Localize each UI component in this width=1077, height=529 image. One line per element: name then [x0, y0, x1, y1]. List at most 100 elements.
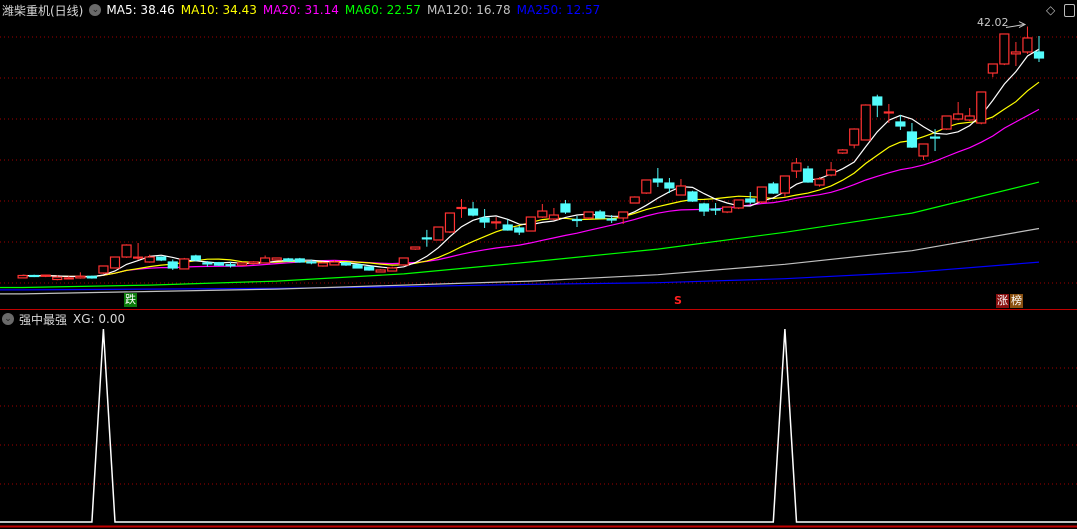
candle-up	[537, 210, 548, 218]
candle-up	[814, 178, 825, 186]
candle-down	[745, 198, 756, 203]
candle-up	[271, 257, 282, 261]
candle-down	[872, 96, 883, 106]
candle-up	[387, 267, 398, 272]
rise-marker-2: 榜	[1010, 294, 1023, 308]
candle-down	[421, 237, 432, 240]
candle-down	[213, 262, 225, 266]
candle-down	[710, 208, 721, 211]
rise-marker-1: 涨	[996, 294, 1009, 308]
candle-up	[825, 169, 837, 176]
candle-up	[121, 244, 132, 258]
candle-up	[918, 143, 929, 157]
candle-up	[17, 274, 28, 279]
candle-up	[248, 261, 259, 265]
indicator-title: 强中最强	[19, 312, 68, 327]
ma5-label: MA5: 38.46	[106, 3, 175, 17]
high-price-label: 42.02	[977, 16, 1009, 29]
candle-down	[352, 264, 363, 269]
candle-up	[144, 256, 155, 263]
candle-up	[75, 275, 86, 279]
candle-up	[63, 277, 74, 280]
candle-down	[768, 183, 779, 194]
candle-down	[895, 121, 906, 127]
candle-up	[179, 258, 190, 270]
collapse-chevron-icon[interactable]: ⌄	[89, 4, 102, 16]
candle-up	[837, 149, 848, 154]
candle-up	[444, 212, 456, 233]
collapse-chevron-icon[interactable]: ⌄	[2, 313, 14, 325]
candle-up	[133, 256, 144, 259]
candle-down	[571, 218, 583, 222]
candle-up	[456, 206, 467, 210]
signal-marker: S	[674, 294, 682, 307]
candle-up	[375, 269, 386, 273]
candle-up	[999, 33, 1010, 65]
candle-up	[941, 115, 952, 130]
indicator-legend: ⌄ 强中最强 XG: 0.00	[2, 311, 125, 327]
candle-down	[29, 274, 40, 278]
candle-down	[167, 261, 178, 269]
candle-down	[906, 131, 918, 148]
candle-up	[756, 186, 767, 203]
candle-up	[860, 104, 871, 141]
candle-down	[306, 261, 317, 264]
candle-up	[433, 226, 444, 241]
candle-up	[849, 128, 860, 146]
candle-up	[618, 211, 629, 219]
ma10-label: MA10: 34.43	[180, 3, 257, 17]
candle-down	[652, 178, 663, 183]
ma250-label: MA250: 12.57	[516, 3, 601, 17]
candle-down	[340, 262, 352, 266]
candle-down	[664, 182, 675, 189]
candle-down	[802, 168, 814, 183]
candle-up	[791, 162, 802, 172]
candle-down	[294, 258, 305, 263]
candle-up	[329, 261, 340, 266]
indicator-value: XG: 0.00	[73, 312, 126, 326]
candle-up	[779, 175, 791, 194]
candle-up	[260, 257, 271, 264]
ma20-label: MA20: 31.14	[262, 3, 339, 17]
window-icon[interactable]	[1064, 4, 1075, 17]
ma10-line	[22, 81, 1040, 278]
stock-title: 潍柴重机(日线)	[2, 3, 84, 18]
candle-down	[202, 262, 213, 265]
candle-up	[1022, 37, 1033, 53]
candle-up	[629, 196, 640, 204]
ma60-label: MA60: 22.57	[344, 3, 421, 17]
candle-up	[548, 214, 560, 220]
ma120-label: MA120: 16.78	[426, 3, 511, 17]
candle-down	[479, 217, 490, 223]
candle-down	[225, 264, 236, 267]
candle-up	[109, 256, 121, 269]
candle-up	[491, 221, 502, 224]
xg-indicator-line	[0, 328, 1077, 523]
candle-up	[964, 115, 975, 121]
candle-down	[698, 203, 710, 212]
candle-down	[606, 218, 617, 221]
candle-down	[687, 191, 698, 202]
candle-up	[987, 63, 998, 74]
candle-up	[641, 179, 652, 194]
candle-up	[525, 216, 536, 232]
candle-down	[283, 258, 294, 262]
candle-up	[52, 276, 63, 281]
fall-marker: 跌	[124, 293, 137, 307]
candle-up	[976, 91, 987, 124]
candle-down	[86, 275, 98, 279]
candle-down	[1033, 51, 1045, 59]
main-legend: 潍柴重机(日线) ⌄ MA5: 38.46 MA10: 34.43 MA20: …	[2, 2, 606, 18]
candle-down	[560, 203, 571, 213]
candle-up	[722, 206, 733, 213]
diamond-icon[interactable]: ◇	[1046, 3, 1055, 17]
candle-down	[156, 256, 167, 261]
candle-down	[467, 208, 479, 216]
candle-up	[40, 274, 51, 277]
kline-chart[interactable]	[0, 0, 1077, 529]
candle-up	[398, 257, 409, 266]
candle-up	[236, 262, 248, 266]
candle-up	[883, 111, 894, 114]
candle-up	[1010, 51, 1022, 55]
candle-down	[502, 224, 513, 231]
